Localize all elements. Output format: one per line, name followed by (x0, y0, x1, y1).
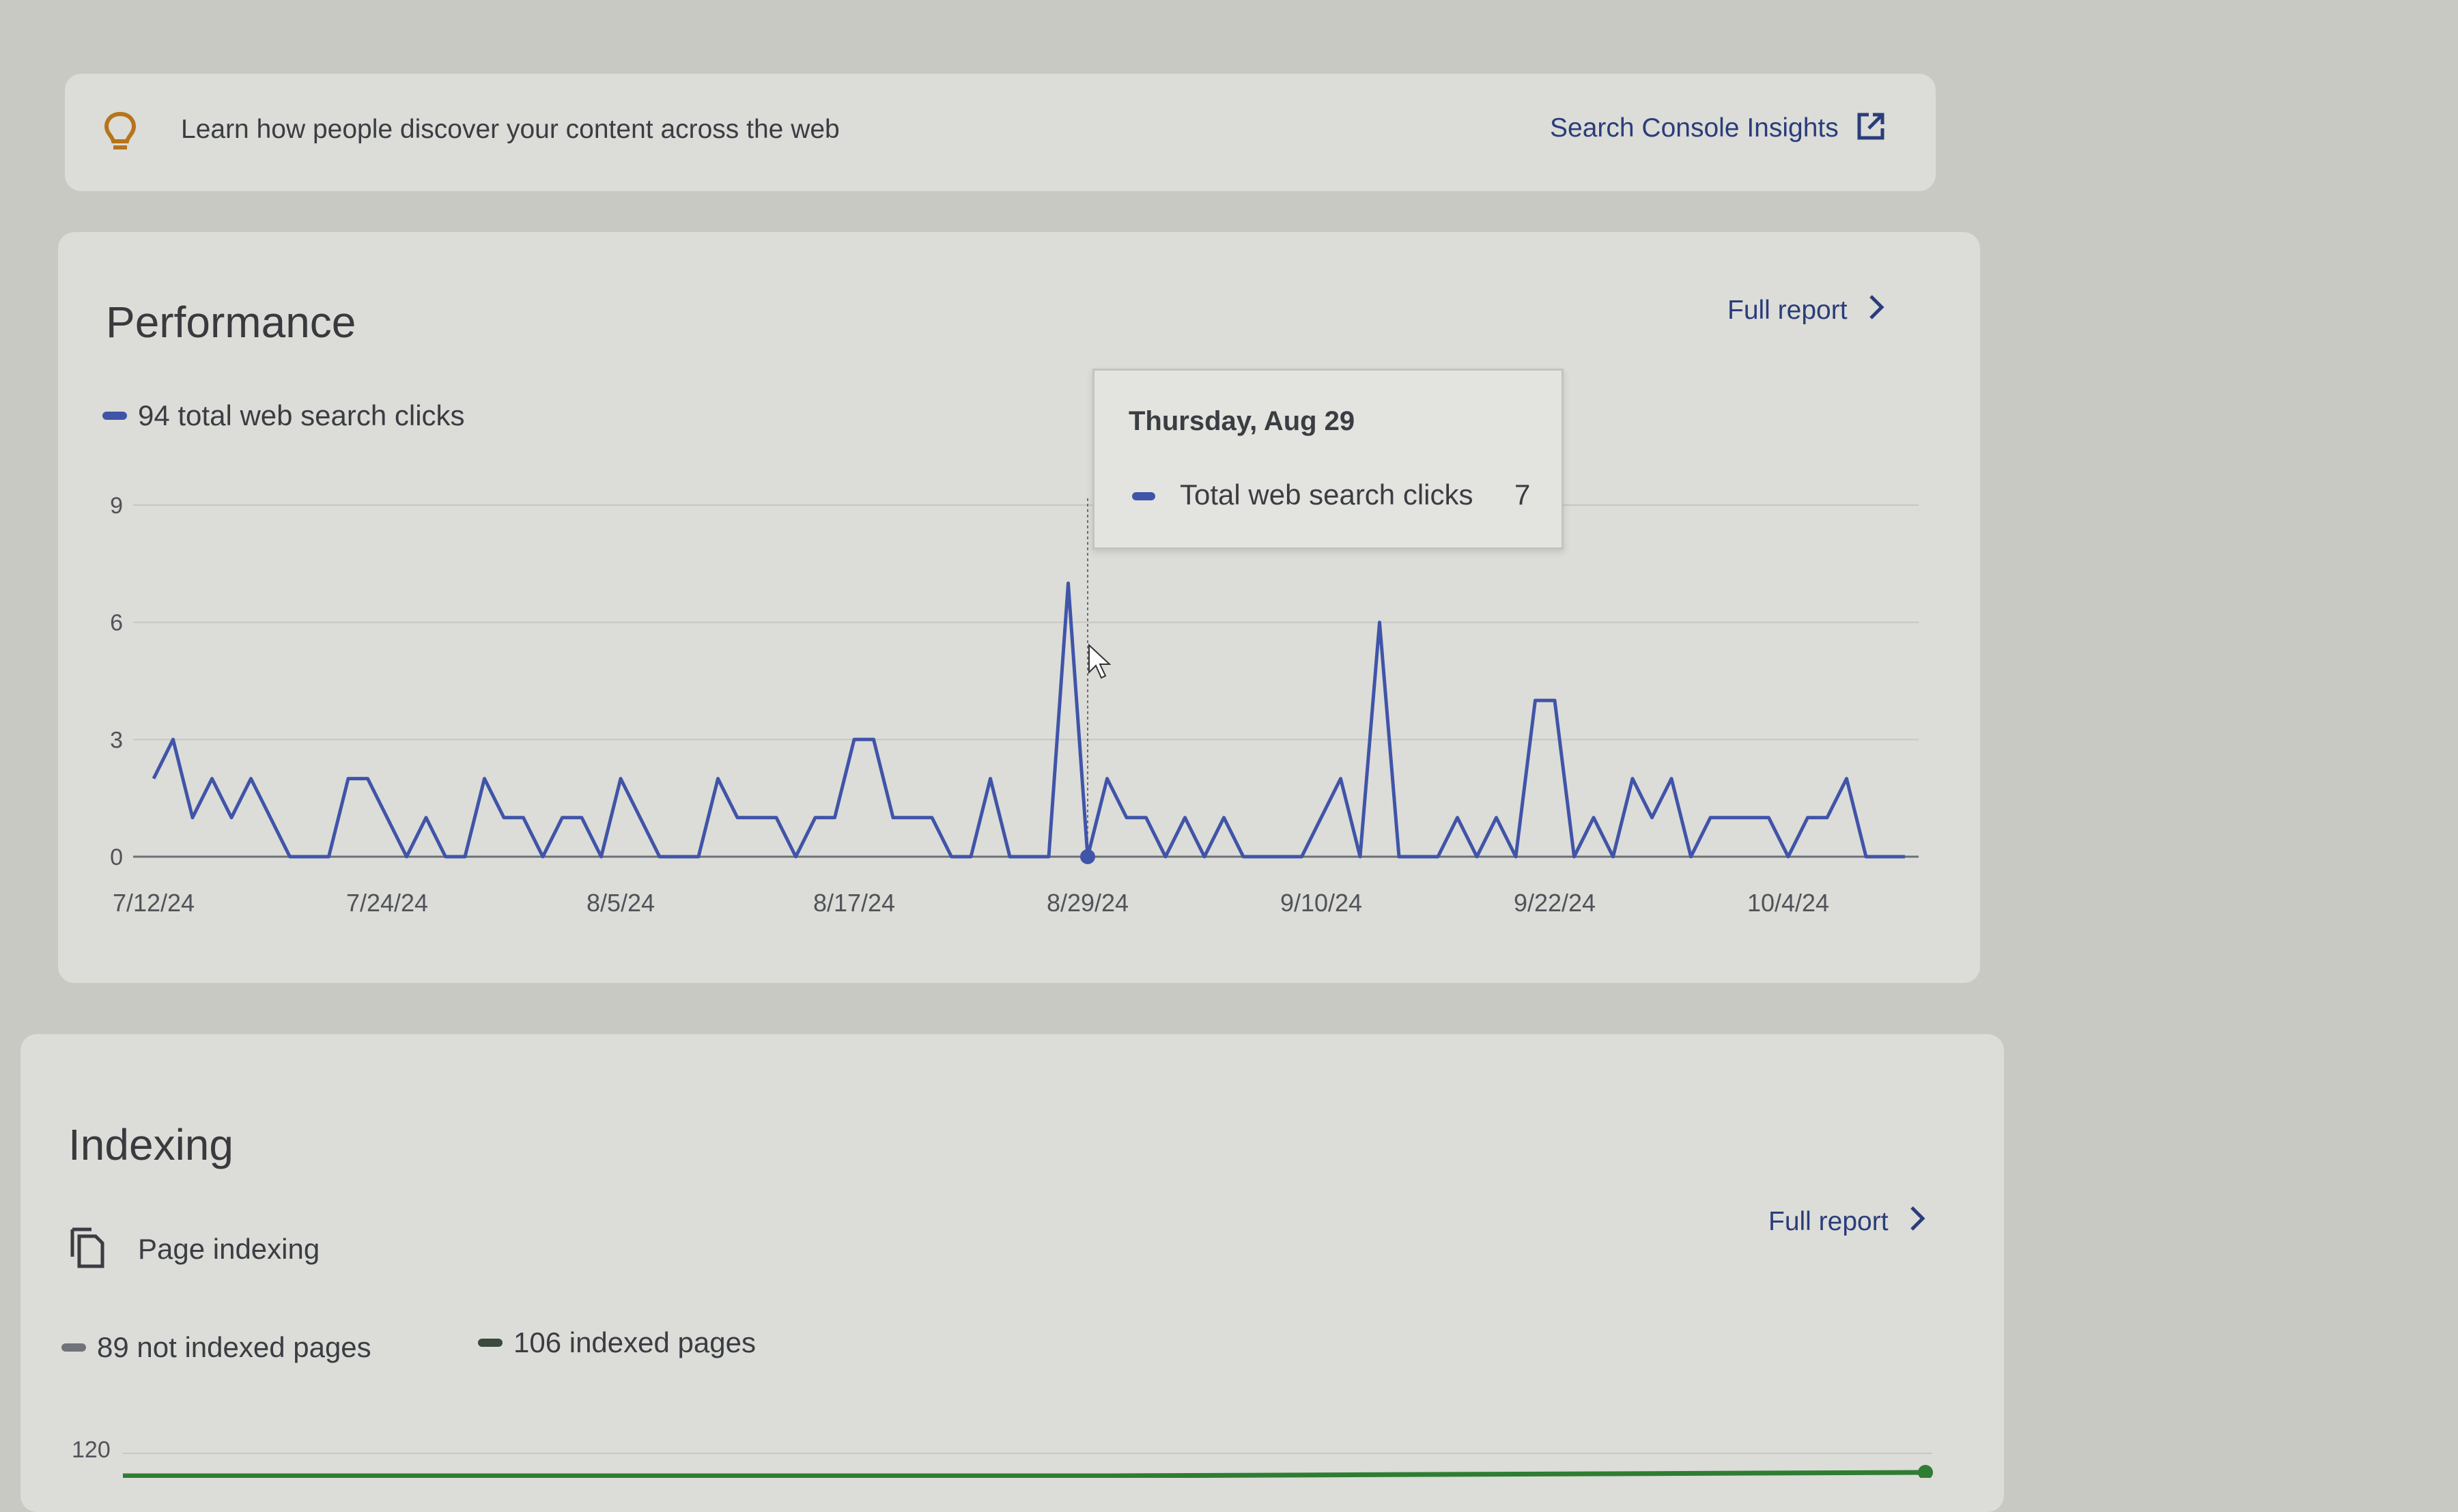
y-tick-label: 9 (110, 493, 123, 519)
legend-swatch (478, 1339, 503, 1347)
mouse-cursor-icon (1088, 643, 1112, 679)
x-tick-label: 9/10/24 (1280, 889, 1362, 917)
y-tick-label: 6 (110, 610, 123, 636)
x-tick-label: 7/24/24 (346, 889, 428, 917)
highlight-point (1080, 849, 1095, 864)
indexed-legend[interactable]: 106 indexed pages (478, 1326, 756, 1359)
full-report-label: Full report (1768, 1207, 1889, 1236)
chevron-right-icon (1909, 1205, 1925, 1239)
series-line (152, 581, 1905, 859)
legend-swatch (61, 1343, 86, 1352)
page-indexing-header: Page indexing (68, 1225, 320, 1272)
x-tick-label: 8/29/24 (1047, 889, 1129, 917)
y-tick-label: 0 (110, 844, 123, 870)
x-tick-label: 9/22/24 (1514, 889, 1596, 917)
page-indexing-label: Page indexing (138, 1232, 320, 1265)
indexing-y-tick: 120 (72, 1437, 111, 1463)
y-tick-label: 3 (110, 727, 123, 753)
indexing-full-report-link[interactable]: Full report (1768, 1205, 1925, 1239)
indexing-chart (123, 1465, 1933, 1478)
tooltip-value: 7 (1514, 479, 1531, 511)
x-tick-label: 8/5/24 (587, 889, 655, 917)
chart-tooltip: Thursday, Aug 29 Total web search clicks… (1092, 369, 1564, 550)
indexing-card: Indexing Full report Page indexing 89 no… (20, 1034, 2004, 1512)
page-indexing-icon (68, 1225, 107, 1272)
tooltip-swatch (1132, 492, 1155, 500)
indexing-title: Indexing (68, 1120, 234, 1169)
not-indexed-legend[interactable]: 89 not indexed pages (61, 1331, 371, 1364)
legend-label: 106 indexed pages (513, 1326, 756, 1358)
x-tick-label: 10/4/24 (1747, 889, 1829, 917)
tooltip-date: Thursday, Aug 29 (1129, 406, 1355, 436)
x-tick-label: 7/12/24 (113, 889, 195, 917)
x-tick-label: 8/17/24 (813, 889, 895, 917)
tooltip-series-label: Total web search clicks (1180, 479, 1473, 511)
legend-label: 89 not indexed pages (97, 1331, 371, 1363)
